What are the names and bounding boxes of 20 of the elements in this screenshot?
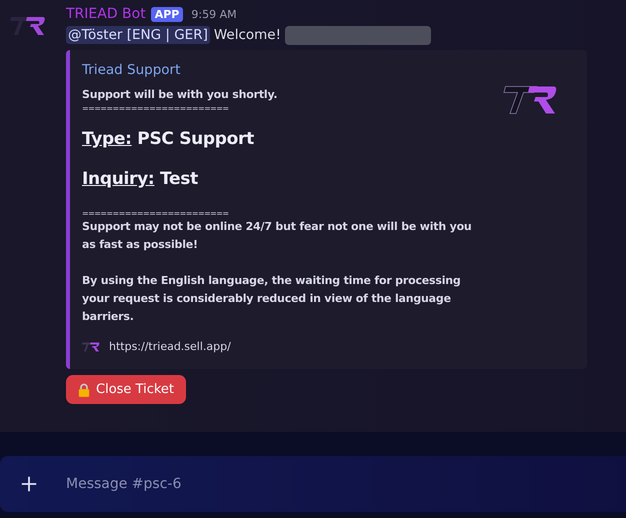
- embed-paragraph: Support may not be online 24/7 but fear not one will be with you as fast as possible!: [82, 219, 473, 253]
- embed-paragraph: By using the English language, the waiting time for processing your request is considerably reduced in view of the language barriers.: [82, 273, 462, 325]
- embed-title[interactable]: Triead Support: [82, 62, 497, 78]
- logo-icon[interactable]: [10, 14, 46, 38]
- logo-icon: [82, 340, 100, 352]
- timestamp: 9:59 AM: [191, 8, 237, 20]
- embed-text: Support will be with you shortly.: [82, 87, 278, 103]
- author-name[interactable]: TRIEAD Bot: [66, 6, 146, 22]
- close-ticket-button[interactable]: Close Ticket: [66, 375, 186, 404]
- lock-icon: [78, 382, 90, 396]
- field-heading: Type: PSC Support: [82, 129, 255, 149]
- divider-text: ========================: [82, 104, 230, 113]
- app-badge: APP: [150, 6, 184, 22]
- divider-text: ========================: [82, 209, 230, 218]
- field-heading: Inquiry: Test: [82, 169, 199, 189]
- plus-icon[interactable]: [20, 475, 38, 493]
- user-mention[interactable]: @Töster [ENG | GER]: [66, 26, 210, 44]
- message-text: Welcome!: [214, 27, 282, 43]
- message-input[interactable]: Message #psc-6: [64, 475, 468, 493]
- footer-text: https://triead.sell.app/: [109, 340, 231, 353]
